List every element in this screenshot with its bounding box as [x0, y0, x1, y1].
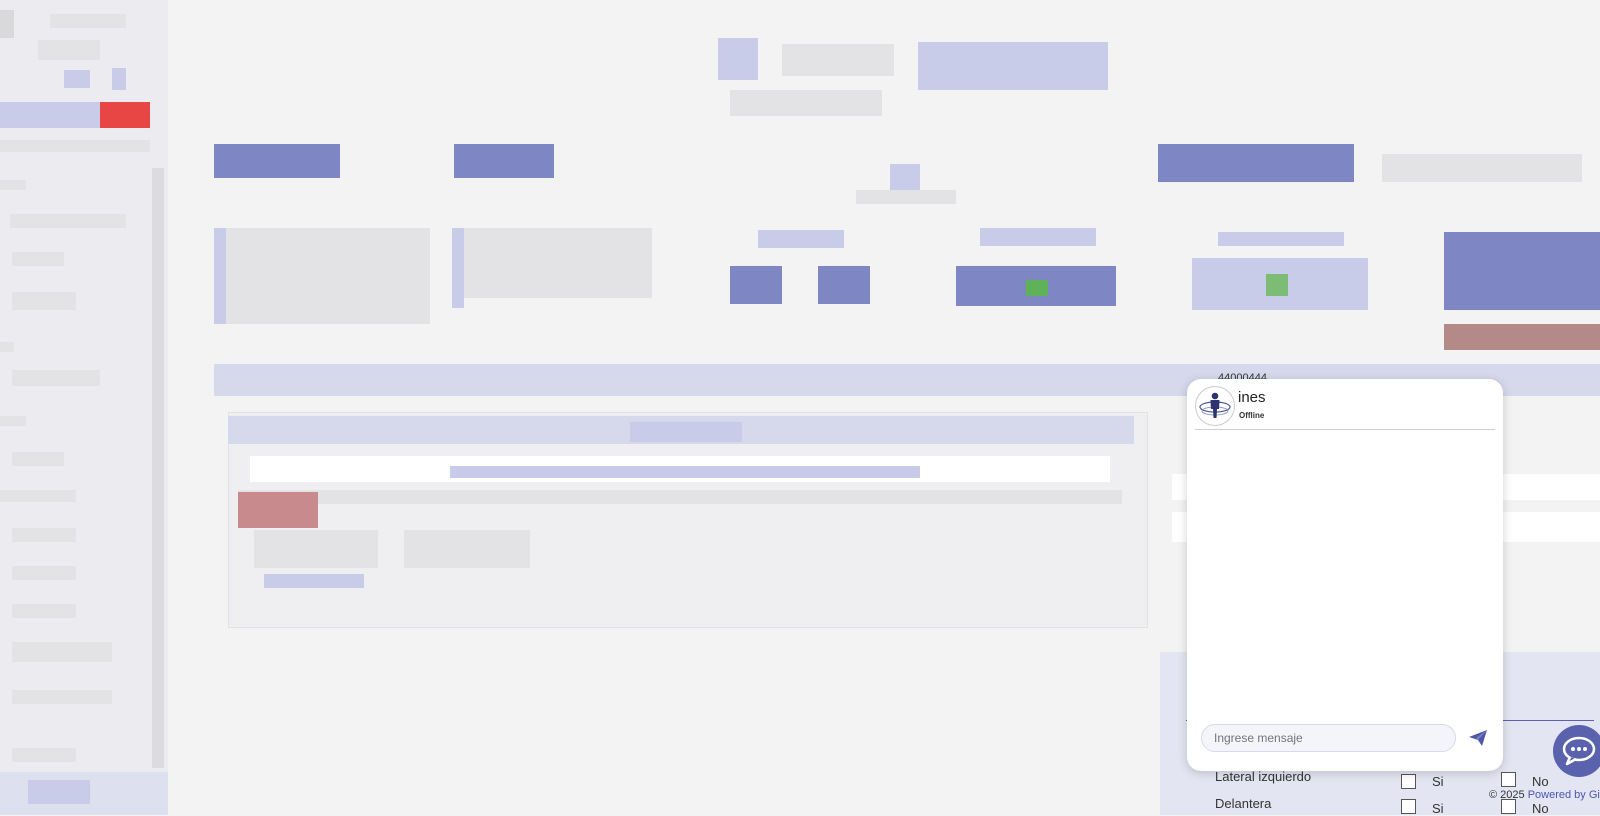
form-row-lateral-yes-checkbox[interactable]	[1401, 774, 1416, 789]
footer-copyright: © 2025 Powered by Gis	[1489, 789, 1600, 801]
action-button-2[interactable]	[454, 144, 554, 178]
sidebar-footer	[0, 772, 168, 815]
brand-title	[782, 44, 894, 76]
content-panel	[228, 412, 1148, 628]
chat-header-divider	[1195, 429, 1495, 430]
chat-messages-area	[1195, 435, 1495, 715]
form-row-label-lateral: Lateral izquierdo	[1215, 769, 1312, 784]
sidebar-item[interactable]	[12, 604, 76, 618]
right-panel-badge	[1444, 324, 1600, 350]
content-panel-avatar	[238, 492, 318, 528]
group-3-status-green	[1266, 274, 1288, 296]
sidebar	[0, 0, 168, 815]
sidebar-section-heading	[0, 416, 26, 426]
form-row-delantera-no-label: No	[1532, 801, 1549, 816]
content-panel-chip-1[interactable]	[254, 530, 378, 568]
sidebar-item[interactable]	[12, 528, 76, 542]
chat-message-input[interactable]	[1201, 724, 1456, 752]
content-panel-title	[630, 422, 742, 442]
sidebar-item[interactable]	[12, 566, 76, 580]
sidebar-icon-b[interactable]	[112, 68, 126, 90]
sidebar-icon-a[interactable]	[64, 70, 90, 88]
group-2-label	[980, 228, 1096, 246]
group-1-label	[758, 230, 844, 248]
send-button[interactable]	[1465, 725, 1491, 751]
center-icon[interactable]	[890, 164, 920, 190]
info-column-1-icons	[214, 228, 226, 324]
sidebar-item[interactable]	[12, 252, 64, 266]
sidebar-user-info	[38, 40, 100, 60]
form-row-delantera-no-checkbox[interactable]	[1501, 799, 1516, 814]
right-panel-buttons[interactable]	[1444, 232, 1600, 310]
content-panel-search-text	[450, 466, 920, 478]
sidebar-item[interactable]	[12, 748, 76, 762]
form-row-lateral-no-label: No	[1532, 774, 1549, 789]
sidebar-item[interactable]	[12, 370, 100, 386]
form-row-label-delantera: Delantera	[1215, 796, 1272, 811]
sidebar-footer-button[interactable]	[28, 780, 90, 804]
info-column-2-icons	[452, 228, 464, 308]
contact-avatar	[1195, 386, 1235, 426]
group-2-status-green	[1026, 280, 1048, 296]
sidebar-item[interactable]	[12, 690, 112, 704]
sidebar-section-heading	[0, 342, 14, 352]
sidebar-item[interactable]	[12, 452, 64, 466]
form-row-delantera-yes-checkbox[interactable]	[1401, 799, 1416, 814]
group-1-button-b[interactable]	[818, 266, 870, 304]
sidebar-section-heading	[0, 180, 26, 190]
accessibility-person-icon	[1199, 392, 1231, 418]
sidebar-subnav	[0, 140, 150, 152]
brand-caption	[730, 90, 882, 116]
content-panel-chip-2[interactable]	[404, 530, 530, 568]
chat-bubble-icon	[1562, 736, 1596, 766]
sidebar-scrollbar[interactable]	[152, 168, 164, 768]
action-link[interactable]	[1382, 154, 1582, 182]
chat-window: ines Offline	[1187, 379, 1503, 771]
brand-subtitle	[918, 42, 1108, 90]
info-column-2	[452, 228, 652, 298]
group-1-button-a[interactable]	[730, 266, 782, 304]
contact-name: ines	[1238, 389, 1266, 406]
copyright-text: © 2025	[1489, 789, 1525, 801]
sidebar-item[interactable]	[12, 292, 76, 310]
content-panel-link[interactable]	[264, 574, 364, 588]
sidebar-alert-badge[interactable]	[100, 102, 150, 128]
center-icon-label	[856, 190, 956, 204]
action-button-1[interactable]	[214, 144, 340, 178]
group-3-label	[1218, 232, 1344, 246]
content-panel-row	[238, 490, 1122, 504]
sidebar-item[interactable]	[12, 642, 112, 662]
contact-status: Offline	[1239, 411, 1265, 420]
sidebar-toolbar	[0, 102, 100, 128]
sidebar-logo	[0, 10, 14, 38]
info-column-1	[214, 228, 430, 324]
sidebar-item[interactable]	[10, 214, 126, 228]
send-paper-plane-icon	[1469, 730, 1487, 746]
action-button-3[interactable]	[1158, 144, 1354, 182]
brand-logo	[718, 38, 758, 80]
form-row-lateral-no-checkbox[interactable]	[1501, 772, 1516, 787]
sidebar-user-name	[50, 14, 126, 28]
sidebar-section-heading	[0, 490, 76, 502]
form-row-lateral-yes-label: Si	[1432, 774, 1444, 789]
form-row-delantera-yes-label: Si	[1432, 801, 1444, 816]
powered-by-link[interactable]: Powered by Gis	[1528, 789, 1600, 801]
chat-header: ines Offline	[1187, 379, 1503, 429]
chat-launcher-button[interactable]	[1553, 725, 1600, 777]
